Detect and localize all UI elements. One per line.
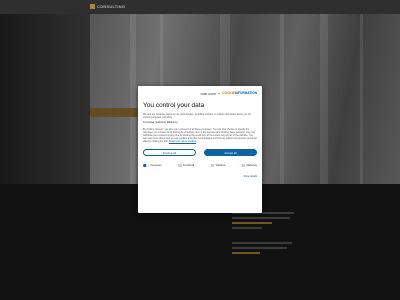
dialog-actions: Decline all Accept all bbox=[143, 149, 257, 156]
toggle-label: Marketing bbox=[246, 164, 257, 168]
toggle-switch-icon[interactable] bbox=[143, 164, 149, 168]
toggle-switch-icon[interactable] bbox=[238, 164, 245, 168]
read-more-link[interactable]: Read more about cookies bbox=[169, 140, 196, 143]
toggle-necessary[interactable]: Necessary bbox=[143, 164, 162, 168]
decline-all-button[interactable]: Decline all bbox=[143, 149, 196, 156]
toggle-label: Statistics bbox=[215, 164, 226, 168]
brand-two-a: COOKIE bbox=[222, 91, 235, 95]
cookie-consent-dialog: one.com + COOKIEINFORMATION You control … bbox=[138, 86, 262, 213]
brand-two-b: INFORMATION bbox=[234, 91, 257, 95]
dialog-body: By clicking 'Accept', you give your cons… bbox=[143, 128, 257, 143]
toggle-marketing[interactable]: Marketing bbox=[238, 164, 257, 168]
show-details-link[interactable]: Show details bbox=[143, 175, 257, 178]
toggle-functional[interactable]: Functional bbox=[175, 164, 195, 168]
dialog-purposes: Functional, Statistical, Marketing bbox=[143, 121, 178, 124]
brand-plus: + bbox=[217, 90, 221, 96]
toggle-label: Functional bbox=[183, 164, 195, 168]
toggle-label: Necessary bbox=[150, 164, 162, 168]
consent-toggles: Necessary Functional Statistics Marketin… bbox=[143, 164, 257, 168]
toggle-switch-icon[interactable] bbox=[175, 164, 182, 168]
dialog-body-text: By clicking 'Accept', you give your cons… bbox=[143, 128, 257, 143]
brand-one: one.com bbox=[200, 90, 216, 96]
dialog-intro: We and our business partners use technol… bbox=[143, 113, 251, 119]
cookie-information-logo: COOKIEINFORMATION bbox=[222, 91, 257, 95]
dialog-title: You control your data bbox=[143, 102, 205, 109]
dialog-branding: one.com + COOKIEINFORMATION bbox=[143, 90, 257, 96]
toggle-statistics[interactable]: Statistics bbox=[208, 164, 226, 168]
toggle-switch-icon[interactable] bbox=[208, 164, 215, 168]
accept-all-button[interactable]: Accept all bbox=[204, 149, 257, 156]
